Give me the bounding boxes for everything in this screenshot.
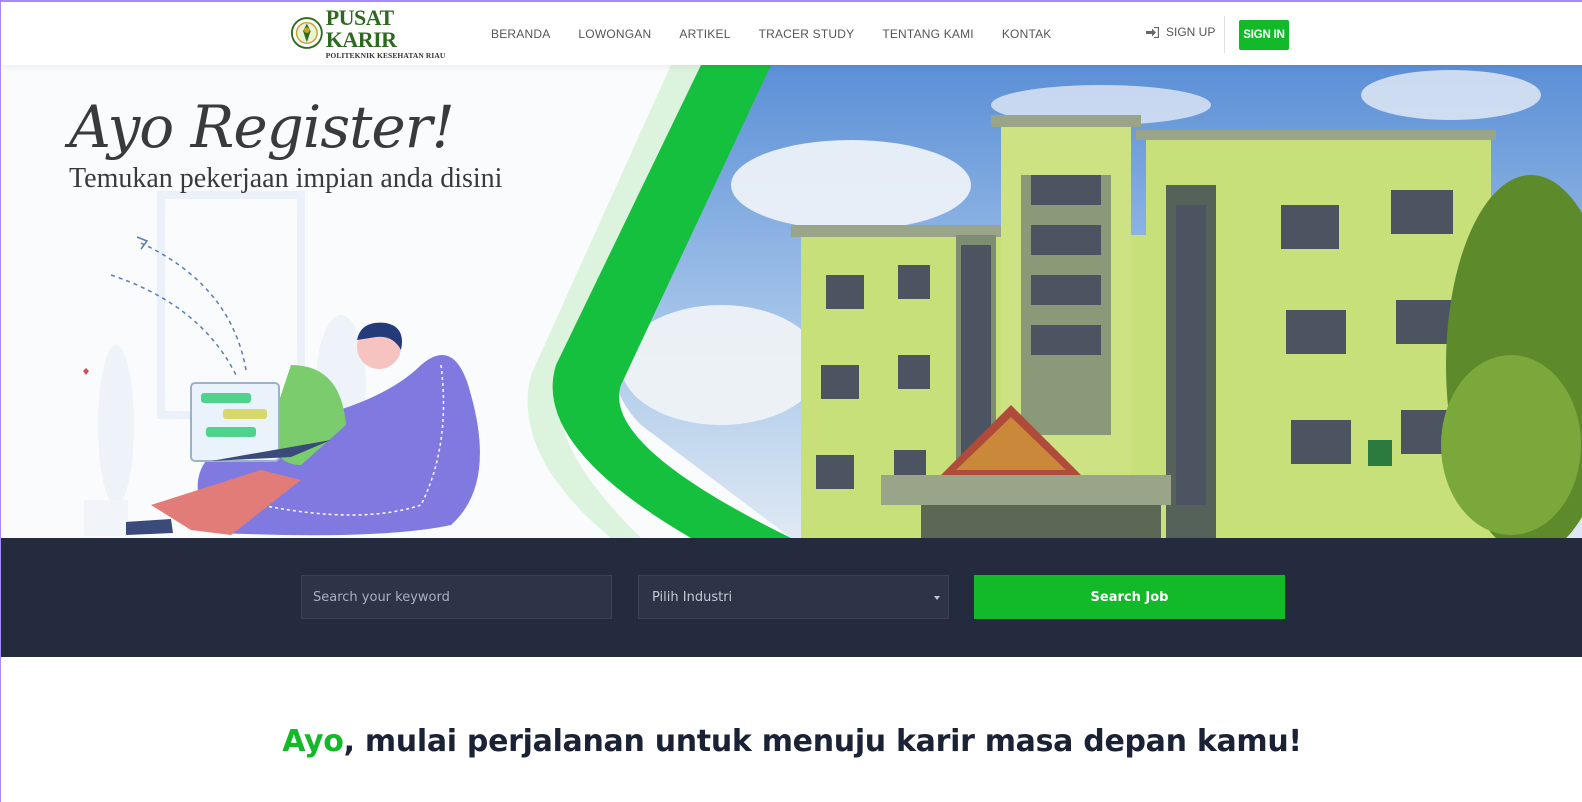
nav-item-kontak[interactable]: KONTAK	[1002, 27, 1052, 41]
sign-in-arrow-icon	[1146, 26, 1159, 38]
caret-down-icon	[934, 596, 940, 600]
hero-title: Ayo Register!	[69, 93, 455, 161]
nav-item-tentang-kami[interactable]: TENTANG KAMI	[882, 27, 974, 41]
hero-subtitle: Temukan pekerjaan impian anda disini	[69, 163, 503, 194]
industry-select[interactable]: Pilih Industri	[638, 575, 949, 619]
nav-divider	[1224, 16, 1225, 53]
nav-item-tracer-study[interactable]: TRACER STUDY	[759, 27, 855, 41]
brand-title: PUSAT KARIR	[325, 4, 397, 52]
search-job-button[interactable]: Search Job	[974, 575, 1285, 619]
nav-item-lowongan[interactable]: LOWONGAN	[578, 27, 651, 41]
nav-item-beranda[interactable]: BERANDA	[491, 27, 550, 41]
nav-item-artikel[interactable]: ARTIKEL	[679, 27, 730, 41]
hero-banner: Ayo Register! Temukan pekerjaan impian a…	[1, 65, 1582, 538]
search-keyword-input[interactable]	[301, 575, 612, 619]
brand-subtitle: POLITEKNIK KESEHATAN RIAU	[325, 50, 446, 60]
tagline-text: , mulai perjalanan untuk menuju karir ma…	[343, 724, 1303, 759]
signup-label: SIGN UP	[1166, 25, 1216, 39]
tagline-accent: Ayo	[282, 724, 344, 759]
signin-button[interactable]: SIGN IN	[1239, 20, 1289, 50]
poltekkes-emblem-icon	[290, 17, 323, 49]
section-tagline: Ayo, mulai perjalanan untuk menuju karir…	[1, 724, 1582, 759]
top-navbar: PUSAT KARIR POLITEKNIK KESEHATAN RIAU BE…	[1, 2, 1582, 65]
industry-select-value: Pilih Industri	[652, 589, 733, 605]
main-nav: BERANDA LOWONGAN ARTIKEL TRACER STUDY TE…	[491, 2, 1080, 65]
signup-link[interactable]: SIGN UP	[1146, 25, 1215, 39]
search-bar: Pilih Industri Search Job	[1, 538, 1582, 657]
site-logo[interactable]: PUSAT KARIR POLITEKNIK KESEHATAN RIAU	[290, 6, 460, 59]
